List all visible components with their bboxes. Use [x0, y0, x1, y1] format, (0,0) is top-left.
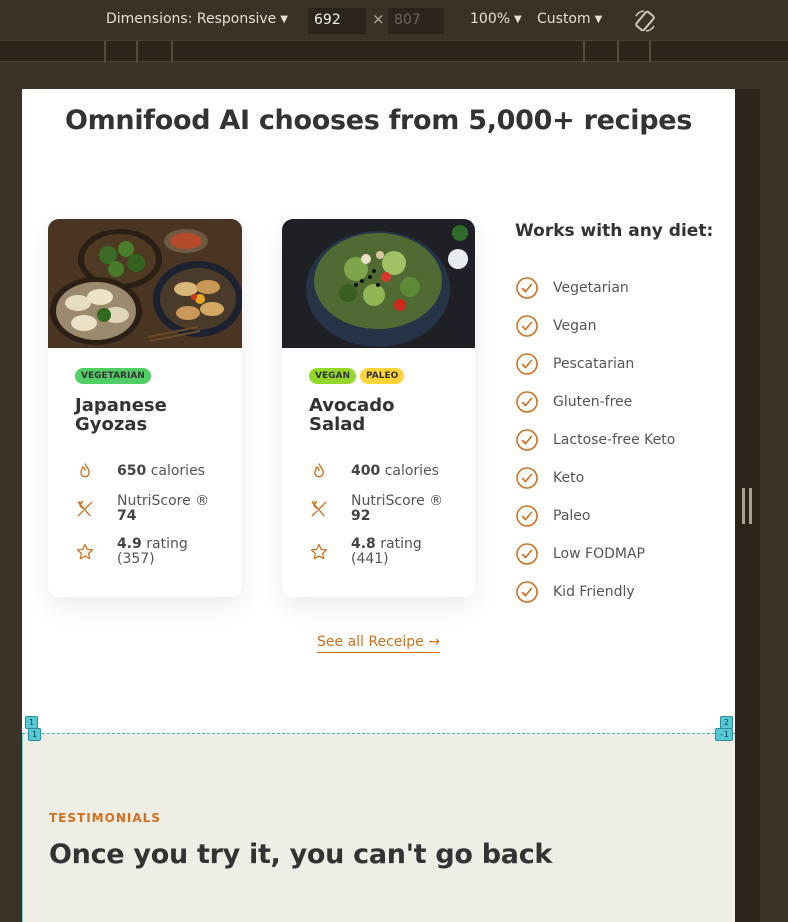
dimensions-dropdown[interactable]: Dimensions: Responsive ▼ — [106, 11, 288, 27]
calories-attribute: 650 calories — [75, 461, 205, 481]
ruler-tick — [583, 41, 585, 63]
fork-knife-icon — [311, 500, 327, 517]
tag-vegetarian: VEGETARIAN — [75, 368, 151, 384]
tag-paleo: PALEO — [360, 368, 405, 384]
checkmark-circle-icon — [516, 391, 538, 413]
nutriscore-label: NutriScore ® — [117, 493, 210, 509]
diet-label: Keto — [553, 470, 585, 486]
recipe-card[interactable]: VEGETARIAN Japanese Gyozas 650 calories … — [48, 219, 242, 597]
list-item: Kid Friendly — [515, 573, 675, 611]
throttle-dropdown[interactable]: Custom ▼ — [537, 11, 602, 27]
card-tags: VEGAN PALEO — [309, 368, 475, 384]
gyozas-image — [48, 219, 242, 348]
star-icon — [310, 543, 328, 560]
list-item: Vegetarian — [515, 269, 675, 307]
testimonials-heading: Once you try it, you can't go back — [49, 839, 553, 870]
rating-unit: rating — [380, 536, 422, 552]
checkmark-circle-icon — [516, 429, 538, 451]
ruler-tick — [649, 41, 651, 63]
rating-value: 4.8 — [351, 536, 376, 552]
rating-value: 4.9 — [117, 536, 142, 552]
nutriscore-attribute: NutriScore ® 74 — [75, 494, 209, 524]
testimonials-subheading: TESTIMONIALS — [49, 811, 161, 825]
caret-down-icon: ▼ — [594, 13, 603, 25]
rating-attribute: 4.9 rating (357) — [75, 537, 188, 567]
list-item: Pescatarian — [515, 345, 675, 383]
diet-list-title: Works with any diet: — [515, 221, 714, 241]
list-item: Lactose-free Keto — [515, 421, 675, 459]
ruler-tick — [104, 41, 106, 63]
times-symbol: × — [372, 10, 385, 28]
recipe-title: Avocado Salad — [309, 395, 395, 435]
page-viewport: Omnifood AI chooses from 5,000+ recipes — [22, 89, 735, 922]
diet-label: Kid Friendly — [553, 584, 635, 600]
calories-value: 650 — [117, 462, 147, 479]
grid-line-badge: 1 — [28, 728, 41, 741]
calories-value: 400 — [351, 462, 381, 479]
height-input[interactable]: 807 — [388, 8, 444, 34]
checkmark-circle-icon — [516, 543, 538, 565]
testimonials-section: TESTIMONIALS Once you try it, you can't … — [22, 733, 735, 922]
diet-label: Paleo — [553, 508, 591, 524]
nutriscore-value: 74 — [117, 508, 137, 524]
rating-count: (357) — [117, 551, 155, 567]
recipe-card[interactable]: VEGAN PALEO Avocado Salad 400 calories N… — [282, 219, 475, 597]
ruler-tick — [171, 41, 173, 63]
calories-attribute: 400 calories — [309, 461, 439, 481]
rating-count: (441) — [351, 551, 389, 567]
checkmark-circle-icon — [516, 277, 538, 299]
flame-icon — [80, 463, 90, 478]
avocado-salad-image — [282, 219, 475, 348]
list-item: Gluten-free — [515, 383, 675, 421]
rotate-icon[interactable] — [632, 8, 658, 34]
calories-unit: calories — [384, 462, 439, 479]
see-all-recipes-link[interactable]: See all Receipe → — [317, 634, 440, 653]
recipe-title: Japanese Gyozas — [75, 395, 167, 435]
list-item: Keto — [515, 459, 675, 497]
grid-guide-vertical — [22, 733, 23, 922]
rating-attribute: 4.8 rating (441) — [309, 537, 422, 567]
fork-knife-icon — [77, 500, 93, 517]
media-query-ruler — [0, 40, 788, 63]
star-icon — [76, 543, 94, 560]
ruler-tick — [617, 41, 619, 63]
card-tags: VEGETARIAN — [75, 368, 242, 384]
caret-down-icon: ▼ — [280, 13, 288, 25]
calories-unit: calories — [150, 462, 205, 479]
flame-icon — [314, 463, 324, 478]
tag-vegan: VEGAN — [309, 368, 356, 384]
ruler-tick — [136, 41, 138, 63]
list-item: Low FODMAP — [515, 535, 675, 573]
dimensions-label: Dimensions: Responsive — [106, 11, 277, 27]
width-input[interactable]: 692 — [308, 8, 366, 34]
nutriscore-label: NutriScore ® — [351, 493, 444, 509]
caret-down-icon: ▼ — [514, 13, 522, 25]
checkmark-circle-icon — [516, 505, 538, 527]
diet-label: Low FODMAP — [553, 546, 645, 562]
throttle-label: Custom — [537, 11, 591, 27]
rating-unit: rating — [146, 536, 188, 552]
checkmark-circle-icon — [516, 467, 538, 489]
resize-handle[interactable] — [742, 488, 752, 524]
diet-label: Vegan — [553, 318, 597, 334]
diet-label: Lactose-free Keto — [553, 432, 676, 448]
nutriscore-attribute: NutriScore ® 92 — [309, 494, 443, 524]
nutriscore-value: 92 — [351, 508, 371, 524]
checkmark-circle-icon — [516, 315, 538, 337]
grid-line-badge: -1 — [715, 728, 733, 741]
checkmark-circle-icon — [516, 353, 538, 375]
zoom-dropdown[interactable]: 100% ▼ — [470, 11, 522, 27]
diet-list: Vegetarian Vegan Pescatarian Gluten-free… — [515, 269, 675, 611]
diet-label: Gluten-free — [553, 394, 633, 410]
section-heading: Omnifood AI chooses from 5,000+ recipes — [64, 105, 693, 136]
diet-label: Vegetarian — [553, 280, 629, 296]
grid-guide-line — [22, 733, 735, 734]
devtools-toolbar: Dimensions: Responsive ▼ 692 × 807 100% … — [0, 0, 788, 40]
diet-label: Pescatarian — [553, 356, 635, 372]
list-item: Paleo — [515, 497, 675, 535]
list-item: Vegan — [515, 307, 675, 345]
checkmark-circle-icon — [516, 581, 538, 603]
zoom-label: 100% — [470, 11, 511, 27]
